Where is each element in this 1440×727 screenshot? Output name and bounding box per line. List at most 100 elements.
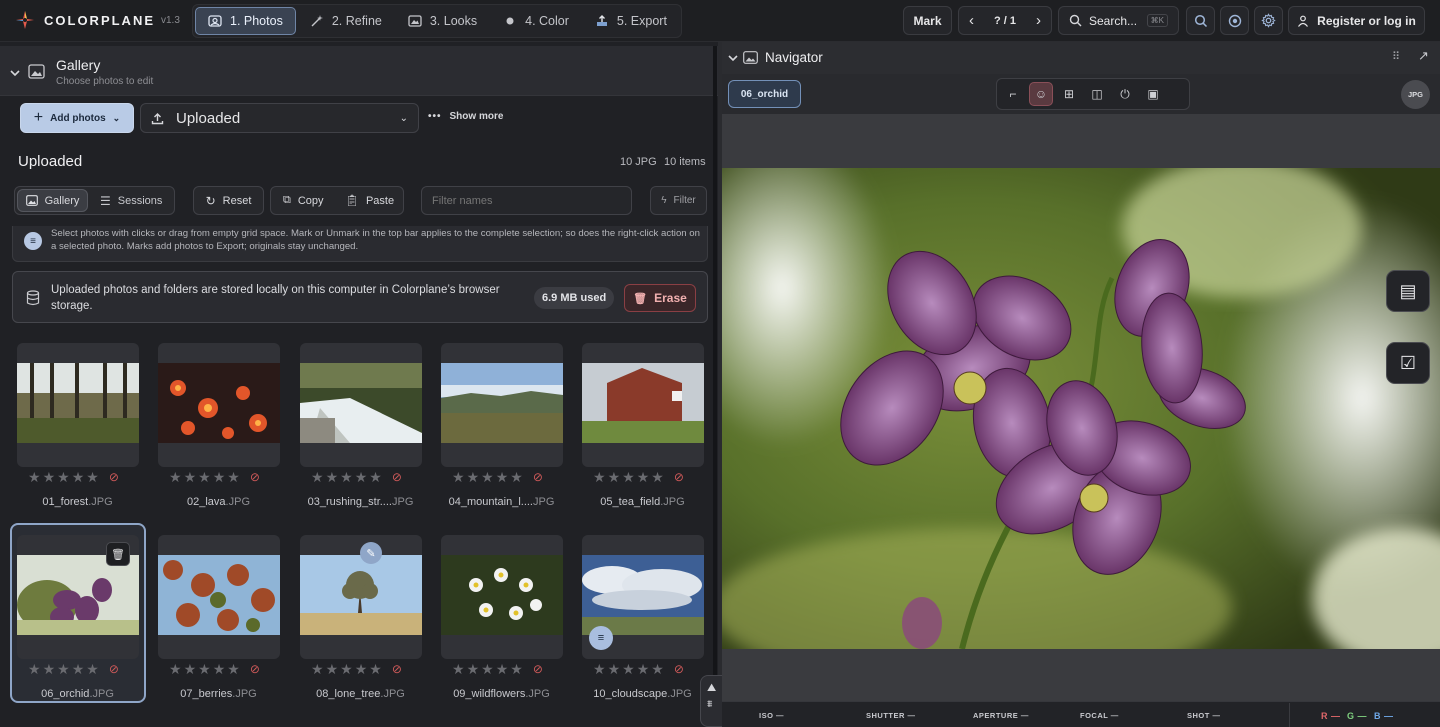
star-icon[interactable]: ★	[28, 469, 41, 486]
star-icon[interactable]: ★	[510, 469, 523, 486]
step-color[interactable]: 4. Color	[491, 7, 581, 35]
star-icon[interactable]: ★	[28, 661, 41, 678]
star-icon[interactable]: ★	[651, 661, 664, 678]
star-icon[interactable]: ★	[72, 661, 85, 678]
chevron-down-icon[interactable]	[9, 67, 21, 79]
star-icon[interactable]: ★	[593, 469, 606, 486]
star-icon[interactable]: ★	[184, 469, 197, 486]
star-icon[interactable]: ★	[43, 469, 56, 486]
checklist-button[interactable]: ☑	[1386, 342, 1430, 384]
marked-badge-icon[interactable]: ≡	[589, 626, 613, 650]
add-photos-button[interactable]: + Add photos ⌄	[20, 103, 134, 133]
star-icon[interactable]: ★	[326, 661, 339, 678]
photo-thumbnail[interactable]	[441, 535, 563, 659]
star-rating[interactable]: ★ ★ ★ ★ ★ ⊘	[593, 469, 684, 486]
power-icon[interactable]: ⏻	[1113, 82, 1137, 106]
grid-select-icon[interactable]: ⊞	[1057, 82, 1081, 106]
star-rating[interactable]: ★ ★ ★ ★ ★ ⊘	[28, 469, 119, 486]
current-photo-tab[interactable]: 06_orchid	[728, 80, 801, 108]
mark-button[interactable]: Mark	[903, 6, 952, 35]
frame-icon[interactable]: ▣	[1141, 82, 1165, 106]
star-icon[interactable]: ★	[510, 661, 523, 678]
star-icon[interactable]: ★	[86, 661, 99, 678]
star-icon[interactable]: ★	[369, 469, 382, 486]
star-icon[interactable]: ★	[452, 661, 465, 678]
face-icon[interactable]: ☺	[1029, 82, 1053, 106]
step-export[interactable]: 5. Export	[583, 7, 679, 35]
star-icon[interactable]: ★	[340, 661, 353, 678]
tab-sessions[interactable]: ☰ Sessions	[100, 194, 162, 208]
reject-icon[interactable]: ⊘	[674, 661, 684, 678]
star-icon[interactable]: ★	[622, 661, 635, 678]
star-icon[interactable]: ★	[198, 661, 211, 678]
photo-thumbnail[interactable]	[158, 535, 280, 659]
star-icon[interactable]: ★	[355, 469, 368, 486]
star-icon[interactable]: ★	[213, 469, 226, 486]
filter-names-input[interactable]	[421, 186, 632, 215]
step-photos[interactable]: 1. Photos	[195, 7, 296, 35]
search-button[interactable]	[1186, 6, 1215, 35]
photo-thumbnail[interactable]	[441, 343, 563, 467]
star-icon[interactable]: ★	[227, 469, 240, 486]
photo-thumbnail[interactable]	[17, 343, 139, 467]
star-icon[interactable]: ★	[651, 469, 664, 486]
star-rating[interactable]: ★ ★ ★ ★ ★ ⊘	[593, 661, 684, 678]
target-button[interactable]	[1220, 6, 1249, 35]
delete-photo-button[interactable]: 🗑︎	[106, 542, 130, 566]
search-box[interactable]: Search... ⌘K	[1058, 6, 1179, 35]
star-icon[interactable]: ★	[496, 661, 509, 678]
star-icon[interactable]: ★	[311, 469, 324, 486]
star-rating[interactable]: ★ ★ ★ ★ ★ ⊘	[311, 469, 402, 486]
filter-button[interactable]: ϟ Filter	[650, 186, 707, 215]
main-photo[interactable]	[722, 168, 1440, 649]
star-icon[interactable]: ★	[57, 661, 70, 678]
show-more-button[interactable]: ••• Show more	[428, 111, 503, 122]
source-select[interactable]: Uploaded ⌄	[140, 103, 419, 133]
reject-icon[interactable]: ⊘	[250, 469, 260, 486]
star-icon[interactable]: ★	[184, 661, 197, 678]
reject-icon[interactable]: ⊘	[250, 661, 260, 678]
star-rating[interactable]: ★ ★ ★ ★ ★ ⊘	[169, 661, 260, 678]
reject-icon[interactable]: ⊘	[109, 469, 119, 486]
star-icon[interactable]: ★	[369, 661, 382, 678]
compare-icon[interactable]: ⩩	[707, 699, 712, 710]
prev-photo-button[interactable]: ‹	[969, 12, 974, 29]
star-rating[interactable]: ★ ★ ★ ★ ★ ⊘	[169, 469, 260, 486]
star-icon[interactable]: ★	[593, 661, 606, 678]
tab-gallery[interactable]: Gallery	[17, 189, 88, 212]
star-icon[interactable]: ★	[57, 469, 70, 486]
star-icon[interactable]: ★	[213, 661, 226, 678]
star-icon[interactable]: ★	[227, 661, 240, 678]
star-icon[interactable]: ★	[452, 469, 465, 486]
reset-button[interactable]: ↻ Reset	[193, 186, 264, 215]
paste-button[interactable]: 📋︎ Paste	[345, 194, 394, 208]
notes-button[interactable]: ▤	[1386, 270, 1430, 312]
reject-icon[interactable]: ⊘	[392, 469, 402, 486]
next-photo-button[interactable]: ›	[1036, 12, 1041, 29]
star-icon[interactable]: ★	[481, 469, 494, 486]
star-icon[interactable]: ★	[637, 469, 650, 486]
photo-stack-icon[interactable]: ⛰	[707, 682, 716, 695]
split-view-icon[interactable]: ◫	[1085, 82, 1109, 106]
expand-icon[interactable]: ↗	[1418, 48, 1429, 64]
star-icon[interactable]: ★	[86, 469, 99, 486]
star-rating[interactable]: ★ ★ ★ ★ ★ ⊘	[452, 469, 543, 486]
step-looks[interactable]: 3. Looks	[396, 7, 489, 35]
photo-thumbnail[interactable]	[582, 343, 704, 467]
star-icon[interactable]: ★	[43, 661, 56, 678]
star-icon[interactable]: ★	[169, 469, 182, 486]
register-button[interactable]: Register or log in	[1288, 6, 1425, 35]
star-icon[interactable]: ★	[340, 469, 353, 486]
crop-icon[interactable]: ⌐	[1001, 82, 1025, 106]
star-rating[interactable]: ★ ★ ★ ★ ★ ⊘	[28, 661, 119, 678]
reject-icon[interactable]: ⊘	[109, 661, 119, 678]
photo-thumbnail[interactable]	[158, 343, 280, 467]
star-icon[interactable]: ★	[496, 469, 509, 486]
photo-thumbnail[interactable]	[300, 343, 422, 467]
reject-icon[interactable]: ⊘	[533, 661, 543, 678]
star-icon[interactable]: ★	[608, 661, 621, 678]
reject-icon[interactable]: ⊘	[392, 661, 402, 678]
star-icon[interactable]: ★	[311, 661, 324, 678]
erase-button[interactable]: 🗑︎ Erase	[624, 284, 696, 312]
chevron-down-icon[interactable]	[727, 52, 739, 64]
